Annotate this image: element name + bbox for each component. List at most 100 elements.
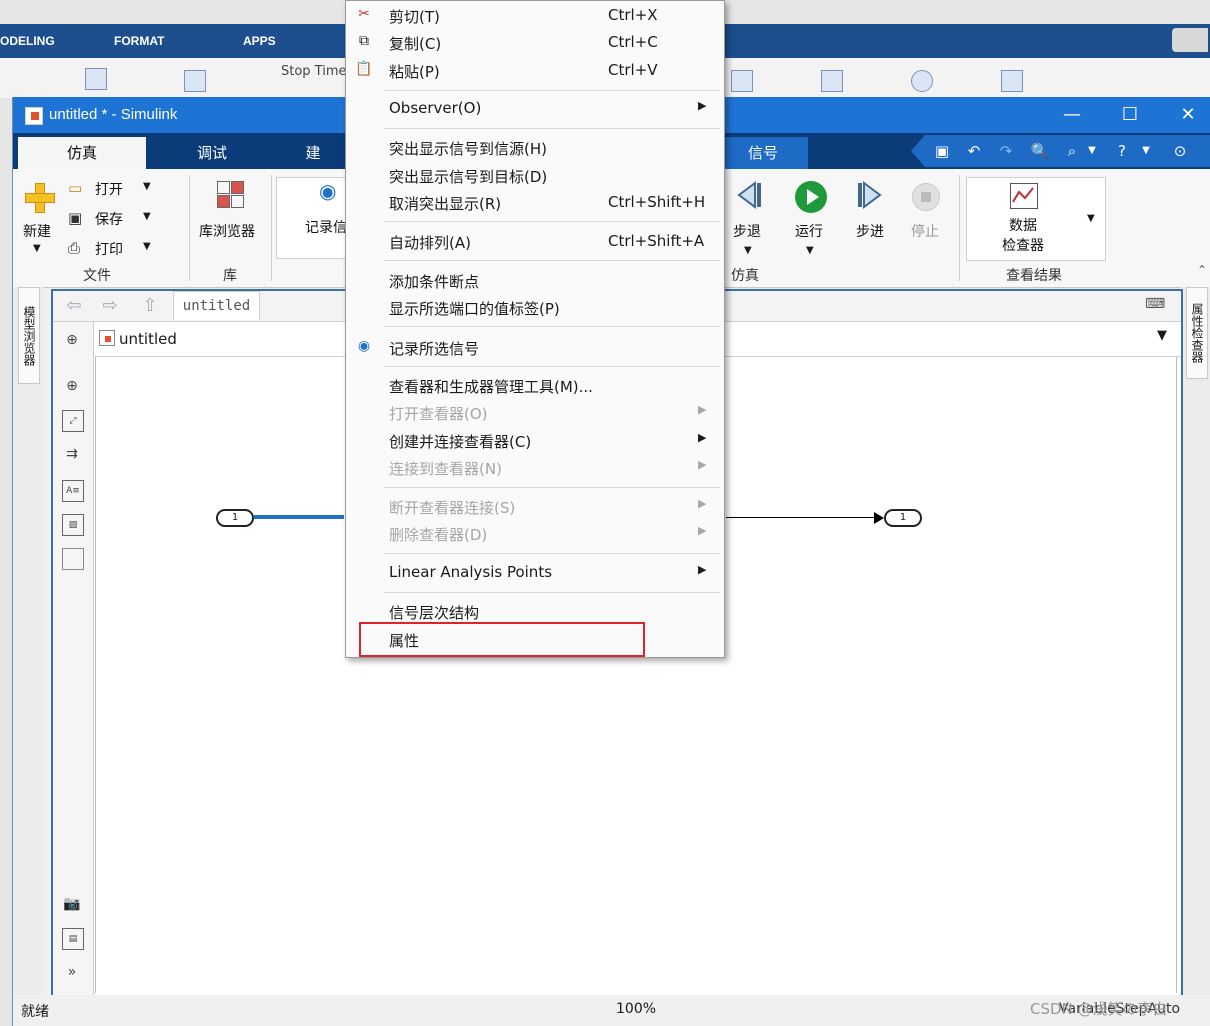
run-chevron-icon[interactable]: ▼ [806,245,814,256]
open-folder-icon[interactable]: ▭ [68,179,82,197]
new-button[interactable]: 新建 [23,221,51,241]
bg-report-icon [1001,70,1023,92]
menu-item-remove-highlight[interactable]: 取消突出显示(R) Ctrl+Shift+H [346,190,724,216]
status-text: 就绪 [21,1004,49,1020]
image-icon[interactable]: ▨ [62,514,84,536]
find-model-icon[interactable]: ⌕ [1061,141,1083,161]
open-button[interactable]: 打开 [95,179,123,199]
tab-debug[interactable]: 调试 [148,137,276,169]
arrange-arrows-icon[interactable]: ⇉ [62,444,82,464]
redo-icon[interactable]: ↷ [995,141,1017,161]
help-chevron-icon[interactable]: ▼ [1135,141,1157,161]
minimize-button[interactable]: — [1043,97,1101,133]
area-icon[interactable] [62,548,84,570]
model-explorer-icon[interactable]: ▤ [62,928,84,950]
run-icon[interactable] [795,181,827,213]
library-browser-icon[interactable] [217,181,244,208]
menu-item-value-label[interactable]: 显示所选端口的值标签(P) [346,295,724,321]
zoom-level[interactable]: 100% [616,1001,656,1017]
data-inspector-icon[interactable] [1010,183,1038,209]
menu-item-auto-arrange[interactable]: 自动排列(A) Ctrl+Shift+A [346,229,724,255]
annotation-icon[interactable]: A≡ [62,480,84,502]
submenu-arrow-icon: ▶ [698,563,707,576]
library-browser-button[interactable]: 库浏览器 [199,221,255,241]
model-browser-tab[interactable]: 模型浏览器 [18,287,40,384]
menu-item-cut[interactable]: ✂ 剪切(T) Ctrl+X [346,3,724,29]
menu-item-create-viewer[interactable]: 创建并连接查看器(C) ▶ [346,428,724,454]
menu-item-log-signal[interactable]: ◉ 记录所选信号 [346,335,724,361]
tab-simulation[interactable]: 仿真 [18,137,146,169]
tab-build[interactable]: 建 [278,137,348,169]
bg-tab-modeling[interactable]: ODELING [0,24,55,58]
back-arrow-icon[interactable]: ⇦ [63,295,85,317]
property-inspector-tab[interactable]: 属性检查器 [1186,287,1208,379]
menu-item-conditional-breakpoint[interactable]: 添加条件断点 [346,268,724,294]
printer-icon[interactable]: ⎙ [68,239,80,257]
run-button[interactable]: 运行 [795,221,823,241]
fit-to-view-icon[interactable]: ⤢ [62,410,84,432]
data-inspector-line2[interactable]: 检查器 [1002,235,1044,255]
step-forward-button[interactable]: 步进 [856,221,884,241]
step-forward-icon[interactable] [856,181,884,209]
search-icon[interactable]: 🔍 [1029,141,1051,161]
step-back-icon[interactable] [735,181,763,209]
save-icon[interactable]: ▣ [931,141,953,161]
collapse-icon[interactable]: ⌃ [1197,263,1207,277]
outport-block[interactable]: 1 [884,509,922,527]
menu-item-highlight-source[interactable]: 突出显示信号到信源(H) [346,135,724,161]
new-plus-icon[interactable] [25,183,55,213]
expand-icon[interactable]: » [62,962,82,982]
save-chevron-icon[interactable]: ▼ [143,211,151,222]
help-icon[interactable]: ? [1111,141,1133,161]
open-chevron-icon[interactable]: ▼ [143,181,151,192]
menu-item-observer[interactable]: Observer(O) ▶ [346,96,724,122]
hide-palette-icon[interactable]: ⊕ [62,330,82,350]
menu-item-paste[interactable]: 📋 粘贴(P) Ctrl+V [346,58,724,84]
save-disk-icon[interactable]: ▣ [68,209,82,227]
signal-line-selected[interactable] [254,515,344,519]
forward-arrow-icon[interactable]: ⇨ [99,295,121,317]
stop-button[interactable]: 停止 [911,221,939,241]
record-button[interactable]: 记录信 [305,217,347,237]
inport-block[interactable]: 1 [216,509,254,527]
record-wifi-icon[interactable]: ◉ [319,179,336,203]
quick-access-toolbar: ▣ ↶ ↷ 🔍 ⌕ ▼ ? ▼ ⊙ [911,135,1210,167]
camera-icon[interactable]: 📷 [62,894,82,914]
bg-save-icon[interactable] [1172,28,1208,52]
print-button[interactable]: 打印 [95,239,123,259]
bg-tab-format[interactable]: FORMAT [114,24,164,58]
menu-item-delete-viewer[interactable]: 删除查看器(D) ▶ [346,521,724,547]
review-chevron-icon[interactable]: ▼ [1087,213,1095,224]
chevron-down-icon[interactable]: ▼ [1081,141,1103,161]
data-inspector-line1[interactable]: 数据 [1009,215,1037,235]
zoom-icon[interactable]: ⊕ [62,376,82,396]
address-dropdown-icon[interactable]: ▼ [1157,328,1167,343]
new-chevron-icon[interactable]: ▼ [33,243,41,254]
menu-item-highlight-destination[interactable]: 突出显示信号到目标(D) [346,163,724,189]
menu-item-connect-viewer[interactable]: 连接到查看器(N) ▶ [346,455,724,481]
print-chevron-icon[interactable]: ▼ [143,241,151,252]
menu-item-linear-analysis[interactable]: Linear Analysis Points ▶ [346,560,724,586]
up-arrow-icon[interactable]: ⇧ [139,295,161,317]
signal-line[interactable] [726,517,876,518]
model-tab[interactable]: untitled [173,291,260,320]
step-back-button[interactable]: 步退 [733,221,761,241]
close-button[interactable]: ✕ [1159,97,1210,133]
undo-icon[interactable]: ↶ [963,141,985,161]
menu-item-copy[interactable]: ⧉ 复制(C) Ctrl+C [346,30,724,56]
tab-signal[interactable]: 信号 [718,137,808,169]
menu-item-open-viewer[interactable]: 打开查看器(O) ▶ [346,400,724,426]
stop-icon[interactable] [912,183,940,211]
submenu-arrow-icon: ▶ [698,524,707,537]
save-button[interactable]: 保存 [95,209,123,229]
library-section-label: 库 [223,268,237,284]
menu-item-disconnect-viewer[interactable]: 断开查看器连接(S) ▶ [346,494,724,520]
menu-item-viewer-manager[interactable]: 查看器和生成器管理工具(M)... [346,373,724,399]
maximize-button[interactable]: ☐ [1101,97,1159,133]
collapse-ribbon-icon[interactable]: ⊙ [1169,141,1191,161]
address-text[interactable]: untitled [119,330,177,348]
bg-tab-apps[interactable]: APPS [243,24,276,58]
menu-separator [384,553,720,554]
step-back-chevron-icon[interactable]: ▼ [744,245,752,256]
keyboard-icon[interactable]: ⌨ [1145,296,1165,312]
